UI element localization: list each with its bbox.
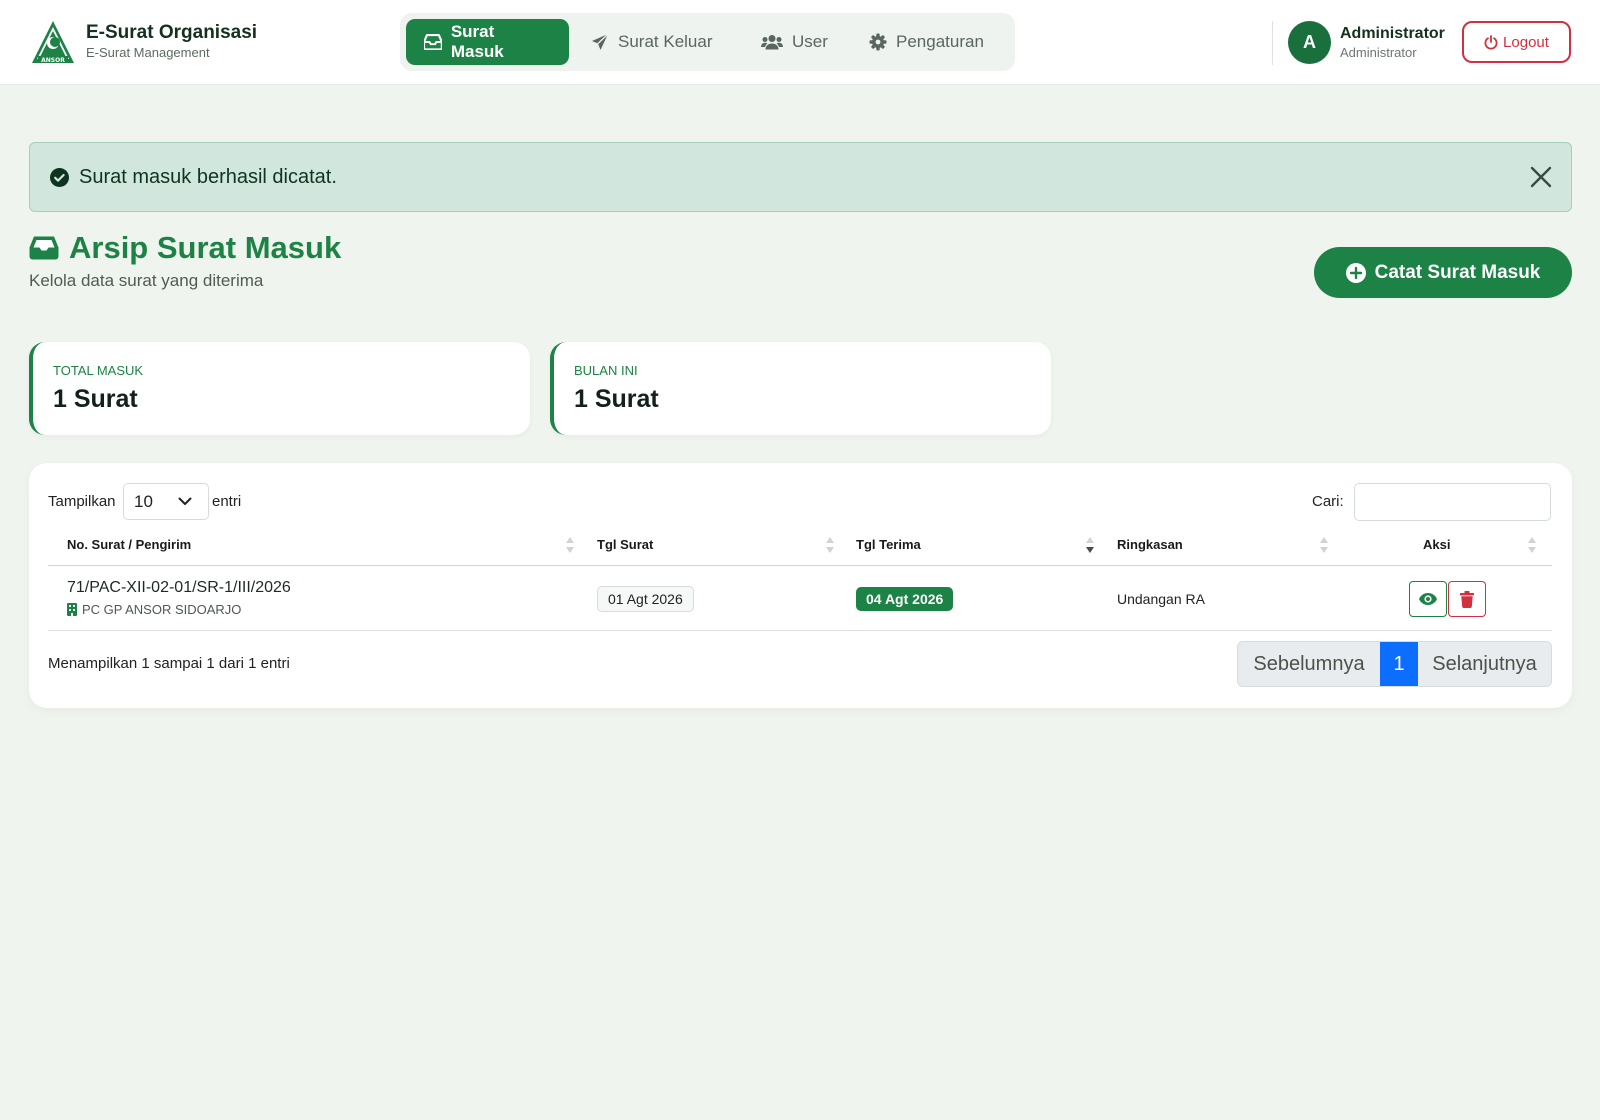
col-header-aksi[interactable]: Aksi: [1423, 537, 1450, 552]
letter-number: 71/PAC-XII-02-01/SR-1/III/2026: [67, 579, 291, 596]
letter-summary: Undangan RA: [1117, 591, 1205, 607]
page-length-select[interactable]: 10: [123, 483, 209, 520]
page-title-text: Arsip Surat Masuk: [69, 230, 342, 265]
col-header-tgl-surat[interactable]: Tgl Surat: [597, 537, 653, 552]
prev-page-button[interactable]: Sebelumnya: [1238, 642, 1380, 686]
user-name: Administrator: [1340, 25, 1445, 42]
letter-sender: PC GP ANSOR SIDOARJO: [67, 602, 241, 617]
search-label: Cari:: [1312, 493, 1344, 510]
length-suffix: entri: [212, 493, 242, 510]
table-card: Tampilkan 10 entri Cari: No. Surat / Pen…: [29, 463, 1572, 708]
page-1-button[interactable]: 1: [1380, 642, 1418, 686]
plus-circle-icon: [1345, 262, 1366, 283]
row-divider: [48, 630, 1552, 631]
stat-value: 1 Surat: [53, 385, 138, 413]
page-length-value: 10: [134, 491, 153, 511]
col-header-no-surat[interactable]: No. Surat / Pengirim: [67, 537, 191, 552]
stat-label: BULAN INI: [574, 363, 638, 378]
inbox-icon: [424, 34, 442, 50]
main-nav: Surat Masuk Surat Keluar User Pengaturan: [400, 13, 1015, 71]
pagination: Sebelumnya 1 Selanjutnya: [1237, 641, 1552, 687]
page-title: Arsip Surat Masuk: [29, 230, 341, 266]
page-subtitle: Kelola data surat yang diterima: [29, 271, 264, 290]
gear-icon: [869, 33, 887, 51]
ansor-logo: ANSOR: [32, 21, 74, 64]
received-date-badge: 04 Agt 2026: [856, 587, 954, 611]
brand[interactable]: ANSOR E-Surat Organisasi E-Surat Managem…: [30, 19, 257, 65]
nav-pengaturan[interactable]: Pengaturan: [851, 19, 1002, 65]
logout-label: Logout: [1503, 33, 1549, 51]
top-navbar: ANSOR E-Surat Organisasi E-Surat Managem…: [0, 0, 1600, 85]
stat-value: 1 Surat: [574, 385, 659, 413]
nav-label: Pengaturan: [896, 32, 984, 51]
building-icon: [67, 603, 77, 616]
next-page-button[interactable]: Selanjutnya: [1418, 642, 1551, 686]
paper-plane-icon: [592, 33, 609, 50]
sort-desc-icon[interactable]: [1085, 536, 1095, 554]
stat-label: TOTAL MASUK: [53, 363, 144, 378]
power-icon: [1484, 34, 1498, 49]
nav-surat-keluar[interactable]: Surat Keluar: [573, 19, 731, 65]
sort-icon[interactable]: [1527, 536, 1537, 554]
sort-icon[interactable]: [565, 536, 575, 554]
chevron-down-icon: [178, 497, 192, 505]
col-header-tgl-terima[interactable]: Tgl Terima: [856, 537, 921, 552]
success-alert: Surat masuk berhasil dicatat.: [29, 142, 1572, 212]
length-label: Tampilkan: [48, 493, 116, 510]
add-button-label: Catat Surat Masuk: [1374, 261, 1541, 283]
avatar[interactable]: A: [1288, 21, 1331, 64]
brand-title: E-Surat Organisasi: [86, 22, 258, 43]
trash-icon: [1460, 590, 1474, 608]
check-circle-icon: [50, 167, 69, 187]
stat-card-total: TOTAL MASUK 1 Surat: [29, 342, 530, 435]
brand-subtitle: E-Surat Management: [86, 45, 210, 60]
sort-icon[interactable]: [825, 536, 835, 554]
delete-button[interactable]: [1448, 581, 1486, 617]
col-header-ringkasan[interactable]: Ringkasan: [1117, 537, 1183, 552]
header-divider: [48, 565, 1552, 566]
nav-surat-masuk[interactable]: Surat Masuk: [406, 19, 569, 65]
user-role: Administrator: [1340, 45, 1417, 60]
view-button[interactable]: [1409, 581, 1447, 617]
stat-card-month: BULAN INI 1 Surat: [550, 342, 1051, 435]
nav-label: User: [792, 32, 828, 51]
nav-label: Surat Keluar: [618, 32, 713, 51]
catat-surat-masuk-button[interactable]: Catat Surat Masuk: [1314, 247, 1572, 298]
nav-divider: [1272, 21, 1273, 65]
inbox-icon: [29, 236, 59, 260]
letter-date-badge: 01 Agt 2026: [597, 586, 694, 612]
sender-name: PC GP ANSOR SIDOARJO: [82, 602, 242, 617]
eye-icon: [1419, 593, 1437, 605]
nav-user[interactable]: User: [743, 19, 846, 65]
users-icon: [761, 35, 783, 50]
table-info: Menampilkan 1 sampai 1 dari 1 entri: [48, 655, 290, 672]
logo-text: ANSOR: [41, 57, 65, 64]
logout-button[interactable]: Logout: [1462, 21, 1571, 63]
close-icon[interactable]: [1529, 165, 1553, 189]
sort-icon[interactable]: [1319, 536, 1329, 554]
alert-message: Surat masuk berhasil dicatat.: [79, 165, 337, 188]
nav-label: Surat Masuk: [450, 22, 504, 61]
search-input[interactable]: [1354, 483, 1551, 521]
